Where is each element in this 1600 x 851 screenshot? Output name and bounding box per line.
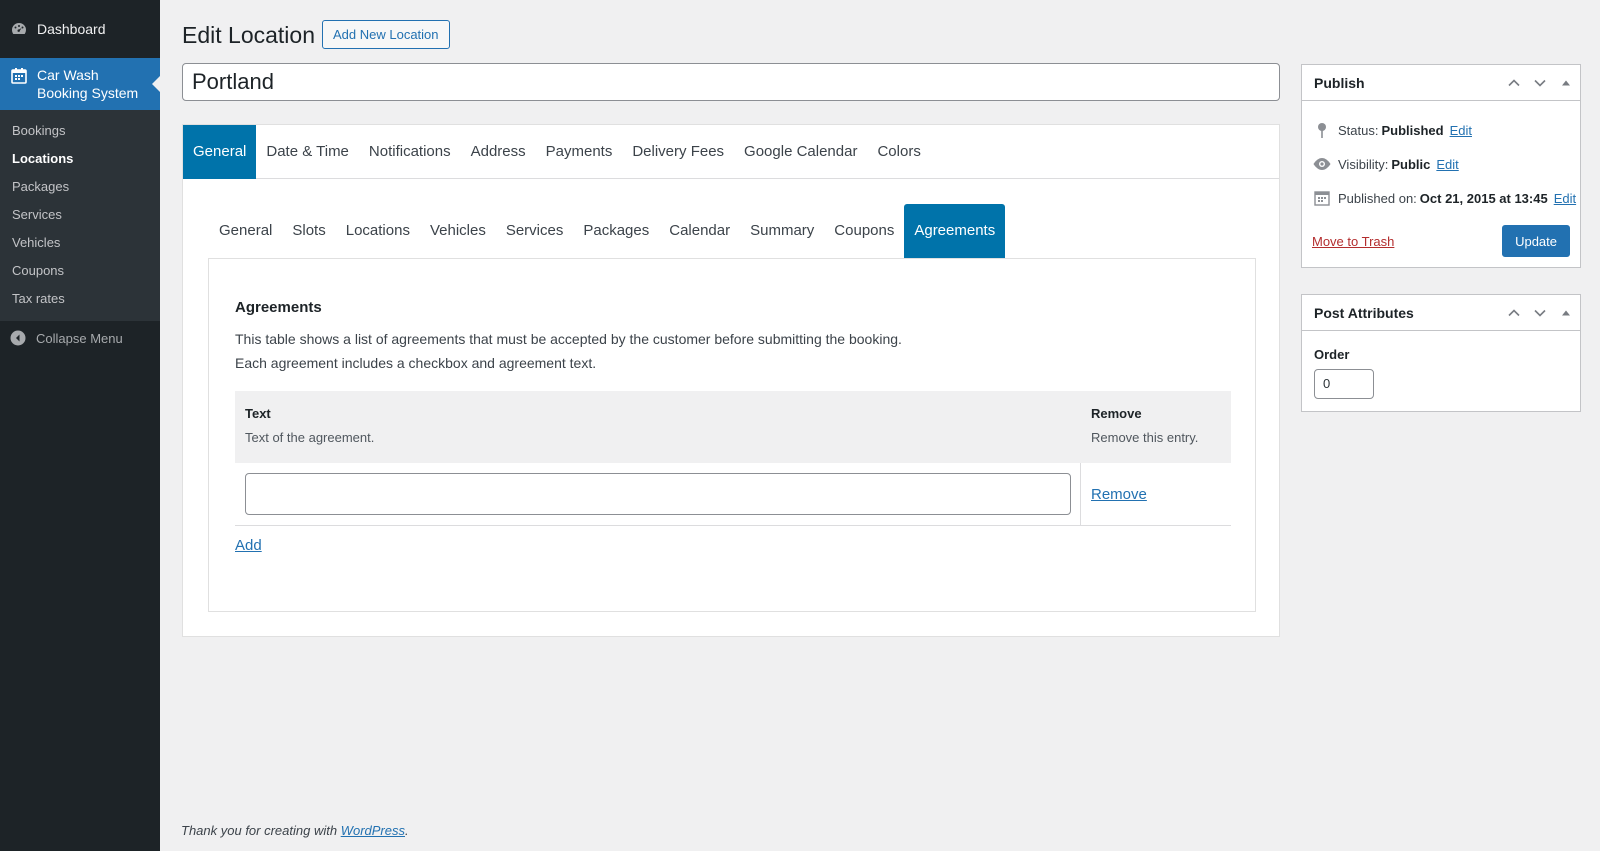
column-header-text: Text Text of the agreement. bbox=[235, 391, 1081, 463]
menu-item-dashboard[interactable]: Dashboard bbox=[0, 0, 160, 58]
submenu-item-vehicles[interactable]: Vehicles bbox=[0, 229, 160, 257]
post-attributes-header: Post Attributes bbox=[1302, 295, 1580, 331]
admin-sidebar: Dashboard Car Wash Booking System Bookin… bbox=[0, 0, 160, 851]
publish-box: Publish Status: Published Edit Visibilit… bbox=[1301, 64, 1581, 268]
table-header: Text Text of the agreement. Remove Remov… bbox=[235, 391, 1231, 463]
column-subtitle: Text of the agreement. bbox=[245, 430, 375, 445]
post-title-input[interactable]: Portland bbox=[182, 63, 1280, 101]
add-new-location-button[interactable]: Add New Location bbox=[322, 20, 450, 49]
collapse-arrow-icon bbox=[10, 330, 26, 346]
page-title: Edit Location bbox=[182, 22, 315, 48]
tab-notifications[interactable]: Notifications bbox=[359, 125, 461, 179]
tab-date-time[interactable]: Date & Time bbox=[256, 125, 359, 179]
status-label: Status: bbox=[1338, 122, 1379, 138]
publish-actions: Move to Trash Update bbox=[1302, 215, 1580, 267]
subtab-calendar[interactable]: Calendar bbox=[659, 204, 740, 258]
description-line-2: Each agreement includes a checkbox and a… bbox=[235, 355, 597, 371]
chevron-up-icon[interactable] bbox=[1506, 305, 1522, 321]
calendar-icon bbox=[1312, 189, 1332, 207]
edit-status-link[interactable]: Edit bbox=[1450, 123, 1472, 138]
tab-payments[interactable]: Payments bbox=[536, 125, 623, 179]
footer-suffix: . bbox=[405, 823, 409, 838]
settings-panel: General Date & Time Notifications Addres… bbox=[182, 124, 1280, 637]
wordpress-link[interactable]: WordPress bbox=[341, 823, 405, 838]
tab-colors[interactable]: Colors bbox=[867, 125, 930, 179]
column-header-remove: Remove Remove this entry. bbox=[1081, 391, 1231, 463]
admin-footer: Thank you for creating with WordPress. bbox=[181, 823, 409, 838]
subtab-coupons[interactable]: Coupons bbox=[824, 204, 904, 258]
sub-tabs: General Slots Locations Vehicles Service… bbox=[209, 204, 1006, 258]
published-on-row: Published on: Oct 21, 2015 at 13:45 Edit bbox=[1302, 181, 1580, 215]
tab-general[interactable]: General bbox=[183, 125, 257, 179]
submenu: Bookings Locations Packages Services Veh… bbox=[0, 110, 160, 321]
post-attributes-box: Post Attributes Order 0 bbox=[1301, 294, 1581, 412]
submenu-item-bookings[interactable]: Bookings bbox=[0, 117, 160, 145]
calendar-icon bbox=[10, 67, 28, 85]
section-heading: Agreements bbox=[235, 299, 322, 316]
visibility-row: Visibility: Public Edit bbox=[1302, 147, 1580, 181]
subtab-general[interactable]: General bbox=[209, 204, 282, 258]
footer-text: Thank you for creating with bbox=[181, 823, 338, 838]
update-button[interactable]: Update bbox=[1502, 225, 1570, 257]
subtab-slots[interactable]: Slots bbox=[282, 204, 335, 258]
publish-box-header: Publish bbox=[1302, 65, 1580, 101]
tab-delivery-fees[interactable]: Delivery Fees bbox=[622, 125, 734, 179]
menu-item-label: Dashboard bbox=[37, 21, 106, 37]
add-entry-link[interactable]: Add bbox=[235, 537, 262, 554]
pin-icon bbox=[1312, 121, 1332, 139]
menu-item-car-wash-booking[interactable]: Car Wash Booking System bbox=[0, 58, 160, 110]
status-row: Status: Published Edit bbox=[1302, 113, 1580, 147]
collapse-triangle-icon[interactable] bbox=[1558, 305, 1574, 321]
subtab-summary[interactable]: Summary bbox=[740, 204, 824, 258]
chevron-up-icon[interactable] bbox=[1506, 75, 1522, 91]
remove-entry-link[interactable]: Remove bbox=[1091, 486, 1147, 503]
collapse-menu-button[interactable]: Collapse Menu bbox=[0, 321, 160, 355]
order-label: Order bbox=[1314, 347, 1350, 362]
agreement-text-input[interactable] bbox=[245, 473, 1071, 515]
remove-cell: Remove bbox=[1081, 463, 1231, 525]
main-tabs: General Date & Time Notifications Addres… bbox=[183, 125, 1279, 179]
edit-visibility-link[interactable]: Edit bbox=[1436, 157, 1458, 172]
submenu-item-packages[interactable]: Packages bbox=[0, 173, 160, 201]
description-line-1: This table shows a list of agreements th… bbox=[235, 331, 902, 347]
published-value: Oct 21, 2015 at 13:45 bbox=[1419, 190, 1548, 206]
column-subtitle: Remove this entry. bbox=[1091, 430, 1199, 445]
collapse-triangle-icon[interactable] bbox=[1558, 75, 1574, 91]
text-cell bbox=[235, 463, 1081, 525]
published-label: Published on: bbox=[1338, 190, 1417, 206]
column-title: Remove bbox=[1091, 406, 1142, 421]
subtab-packages[interactable]: Packages bbox=[573, 204, 659, 258]
move-to-trash-link[interactable]: Move to Trash bbox=[1312, 234, 1394, 249]
post-attributes-title: Post Attributes bbox=[1314, 304, 1414, 321]
edit-date-link[interactable]: Edit bbox=[1554, 191, 1576, 206]
status-value: Published bbox=[1381, 122, 1444, 138]
visibility-label: Visibility: bbox=[1338, 156, 1389, 172]
submenu-item-locations[interactable]: Locations bbox=[0, 145, 160, 173]
subtab-agreements[interactable]: Agreements bbox=[904, 204, 1006, 258]
visibility-value: Public bbox=[1391, 156, 1431, 172]
table-row: Remove bbox=[235, 463, 1231, 526]
publish-box-title: Publish bbox=[1314, 74, 1365, 91]
collapse-label: Collapse Menu bbox=[36, 330, 123, 346]
submenu-item-tax-rates[interactable]: Tax rates bbox=[0, 285, 160, 313]
dashboard-icon bbox=[10, 20, 28, 38]
tab-google-calendar[interactable]: Google Calendar bbox=[734, 125, 867, 179]
submenu-item-coupons[interactable]: Coupons bbox=[0, 257, 160, 285]
menu-item-label: Car Wash Booking System bbox=[37, 67, 139, 101]
submenu-item-services[interactable]: Services bbox=[0, 201, 160, 229]
eye-icon bbox=[1312, 155, 1332, 173]
subtab-vehicles[interactable]: Vehicles bbox=[420, 204, 496, 258]
agreements-section: Agreements This table shows a list of ag… bbox=[208, 258, 1256, 612]
tab-address[interactable]: Address bbox=[461, 125, 536, 179]
agreements-table: Text Text of the agreement. Remove Remov… bbox=[235, 391, 1231, 526]
section-description: This table shows a list of agreements th… bbox=[235, 327, 902, 375]
column-title: Text bbox=[245, 406, 271, 421]
chevron-down-icon[interactable] bbox=[1532, 305, 1548, 321]
order-input[interactable]: 0 bbox=[1314, 369, 1374, 399]
subtab-locations[interactable]: Locations bbox=[336, 204, 420, 258]
chevron-down-icon[interactable] bbox=[1532, 75, 1548, 91]
subtab-services[interactable]: Services bbox=[496, 204, 574, 258]
